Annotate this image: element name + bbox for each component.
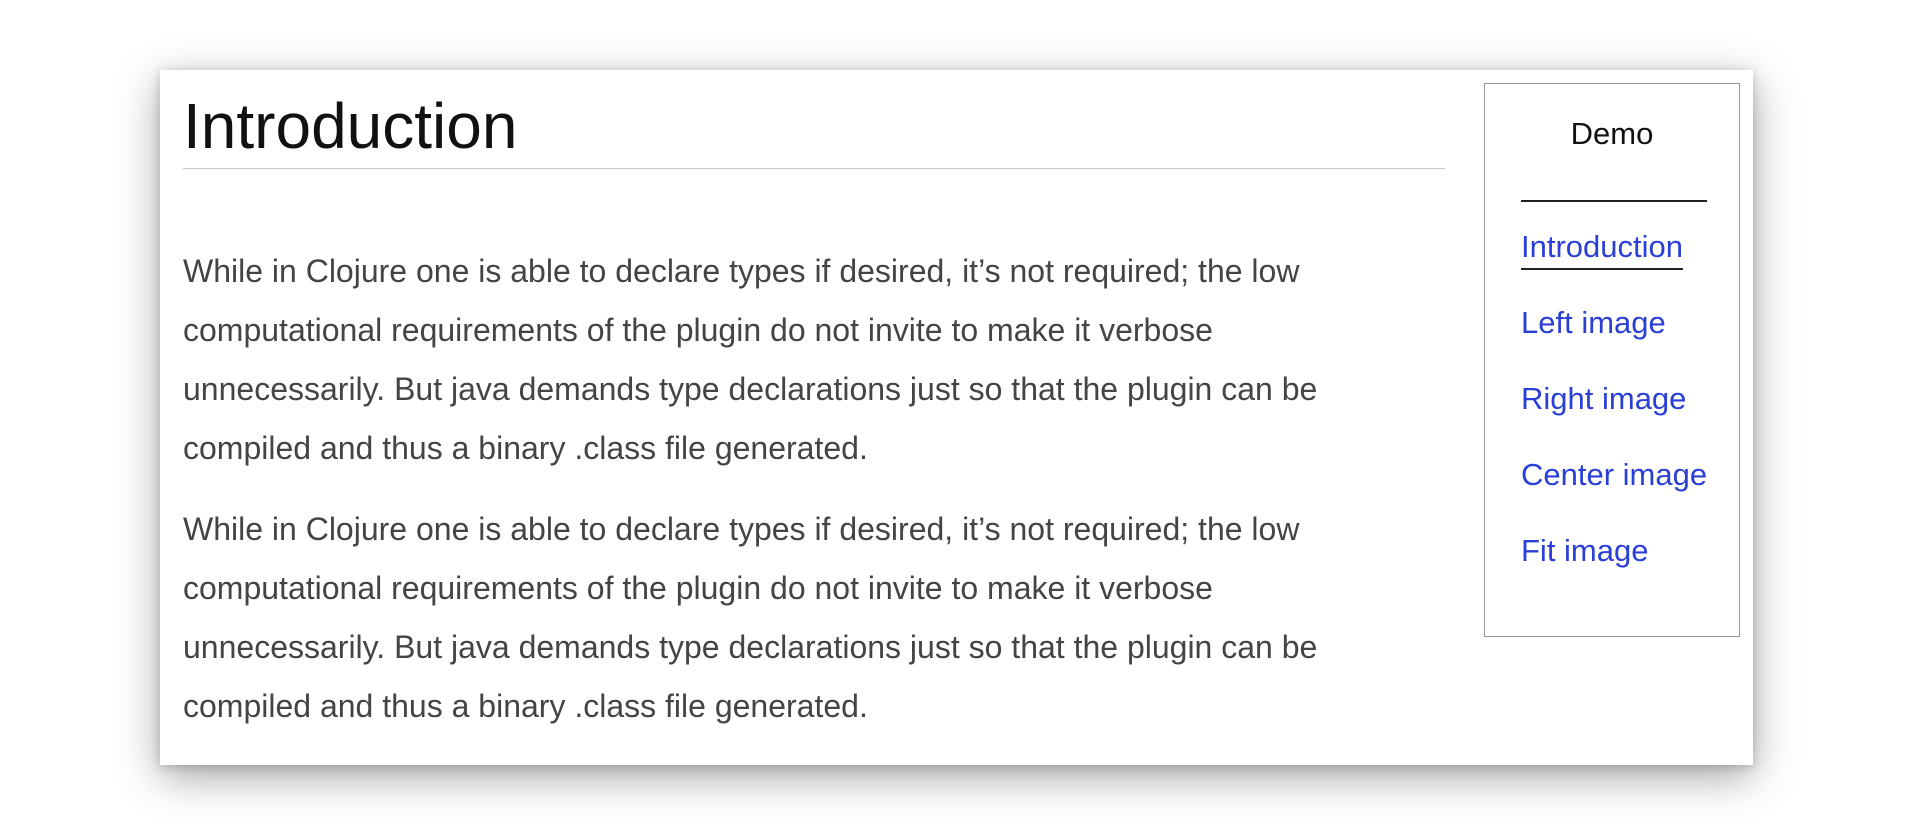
toc-link-right-image[interactable]: Right image bbox=[1521, 379, 1686, 419]
table-of-contents: Demo Introduction Left image Right image… bbox=[1484, 83, 1740, 637]
toc-link-fit-image[interactable]: Fit image bbox=[1521, 531, 1648, 571]
toc-item-introduction: Introduction bbox=[1521, 227, 1739, 303]
article-paragraph: While in Clojure one is able to declare … bbox=[183, 510, 1318, 724]
toc-list: Introduction Left image Right image Cent… bbox=[1521, 227, 1739, 607]
article-content: Introduction While in Clojure one is abl… bbox=[183, 90, 1445, 736]
document-card: Introduction While in Clojure one is abl… bbox=[160, 70, 1753, 765]
toc-title: Demo bbox=[1570, 116, 1654, 151]
toc-link-center-image[interactable]: Center image bbox=[1521, 455, 1707, 495]
toc-item-left-image: Left image bbox=[1521, 303, 1739, 379]
toc-link-left-image[interactable]: Left image bbox=[1521, 303, 1666, 343]
toc-divider bbox=[1521, 200, 1707, 202]
page-title: Introduction bbox=[183, 90, 1445, 169]
toc-item-fit-image: Fit image bbox=[1521, 531, 1739, 607]
toc-item-right-image: Right image bbox=[1521, 379, 1739, 455]
article-paragraph: While in Clojure one is able to declare … bbox=[183, 252, 1318, 466]
toc-link-introduction[interactable]: Introduction bbox=[1521, 227, 1683, 270]
toc-item-center-image: Center image bbox=[1521, 455, 1739, 531]
